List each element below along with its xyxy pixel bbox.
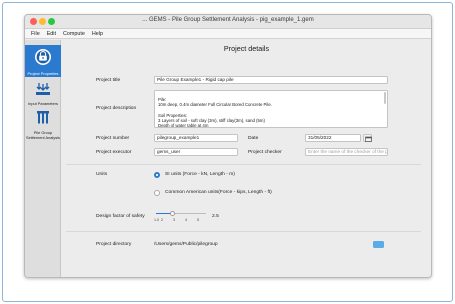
- section-divider: [66, 231, 421, 232]
- calendar-icon: [364, 136, 372, 142]
- menu-edit[interactable]: Edit: [47, 29, 56, 38]
- pile-group-icon: [37, 111, 49, 124]
- menu-file[interactable]: File: [31, 29, 40, 38]
- sidebar-item-label: Project Properties: [27, 71, 59, 76]
- project-properties-icon: [35, 49, 51, 65]
- project-executor-input[interactable]: gems_user: [154, 148, 238, 156]
- si-units-label[interactable]: SI units (Force - kN, Length - m): [165, 172, 235, 177]
- project-executor-label: Project executor: [96, 150, 132, 155]
- slider-tick-label: 3: [173, 218, 175, 222]
- menu-bar: File Edit Compute Help: [25, 29, 431, 39]
- section-divider: [66, 164, 421, 165]
- page-title: Project details: [223, 44, 270, 53]
- project-description-label: Project description: [96, 106, 137, 111]
- sidebar-item-input-parameters[interactable]: Input Parameters: [25, 82, 61, 107]
- design-factor-label: Design factor of safety: [96, 214, 145, 219]
- project-checker-input[interactable]: Enter the name of the checker of the p: [305, 148, 388, 156]
- project-directory-path: /Users/gems/Public/pilegroup: [154, 242, 218, 247]
- project-number-input[interactable]: pilegroup_example1: [154, 134, 238, 142]
- units-label: Units: [96, 172, 108, 177]
- menu-help[interactable]: Help: [92, 29, 103, 38]
- slider-tick-label: 5: [197, 218, 199, 222]
- browse-directory-button[interactable]: [373, 241, 384, 248]
- window-title: ... GEMS - Pile Group Settlement Analysi…: [142, 17, 314, 23]
- project-description-textarea[interactable]: Pile: 10m deep, 0.4m diameter Full Circu…: [154, 90, 388, 128]
- slider-tick-label: 4: [185, 218, 187, 222]
- sidebar-item-pile-group-analysis[interactable]: Pile Group Settlement Analysis: [25, 110, 61, 141]
- project-directory-label: Project directory: [96, 242, 132, 247]
- date-label: Date: [248, 136, 259, 141]
- american-units-label[interactable]: Common American units(Force - kips, Leng…: [165, 190, 272, 195]
- menu-compute[interactable]: Compute: [63, 29, 85, 38]
- project-description-text: Pile: 10m deep, 0.4m diameter Full Circu…: [158, 97, 272, 128]
- description-scrollbar[interactable]: [384, 92, 386, 104]
- title-bar: ... GEMS - Pile Group Settlement Analysi…: [25, 15, 431, 29]
- sidebar-item-project-properties[interactable]: Project Properties: [25, 45, 61, 77]
- input-parameters-icon: [36, 83, 50, 95]
- si-units-radio[interactable]: [154, 172, 160, 178]
- slider-tick-label: 1.0: [154, 218, 159, 222]
- project-number-label: Project number: [96, 136, 130, 141]
- app-window: ... GEMS - Pile Group Settlement Analysi…: [24, 14, 432, 278]
- american-units-radio[interactable]: [154, 190, 160, 196]
- project-details-panel: Project details Project title Pile Group…: [62, 40, 431, 277]
- project-title-label: Project title: [96, 78, 121, 83]
- calendar-button[interactable]: [363, 134, 372, 142]
- sidebar-item-label: Pile Group Settlement Analysis: [26, 130, 60, 140]
- project-checker-label: Project checker: [248, 150, 282, 155]
- date-input[interactable]: 31/05/2022: [305, 134, 361, 142]
- design-factor-slider-handle[interactable]: [170, 211, 175, 216]
- project-title-input[interactable]: Pile Group Example1 - Rigid cap pile: [154, 76, 388, 84]
- sidebar: Project Properties Input Parameters Pile…: [25, 40, 61, 277]
- sidebar-item-label: Input Parameters: [28, 101, 58, 106]
- slider-tick-label: 2: [161, 218, 163, 222]
- design-factor-value: 2.5: [212, 214, 219, 219]
